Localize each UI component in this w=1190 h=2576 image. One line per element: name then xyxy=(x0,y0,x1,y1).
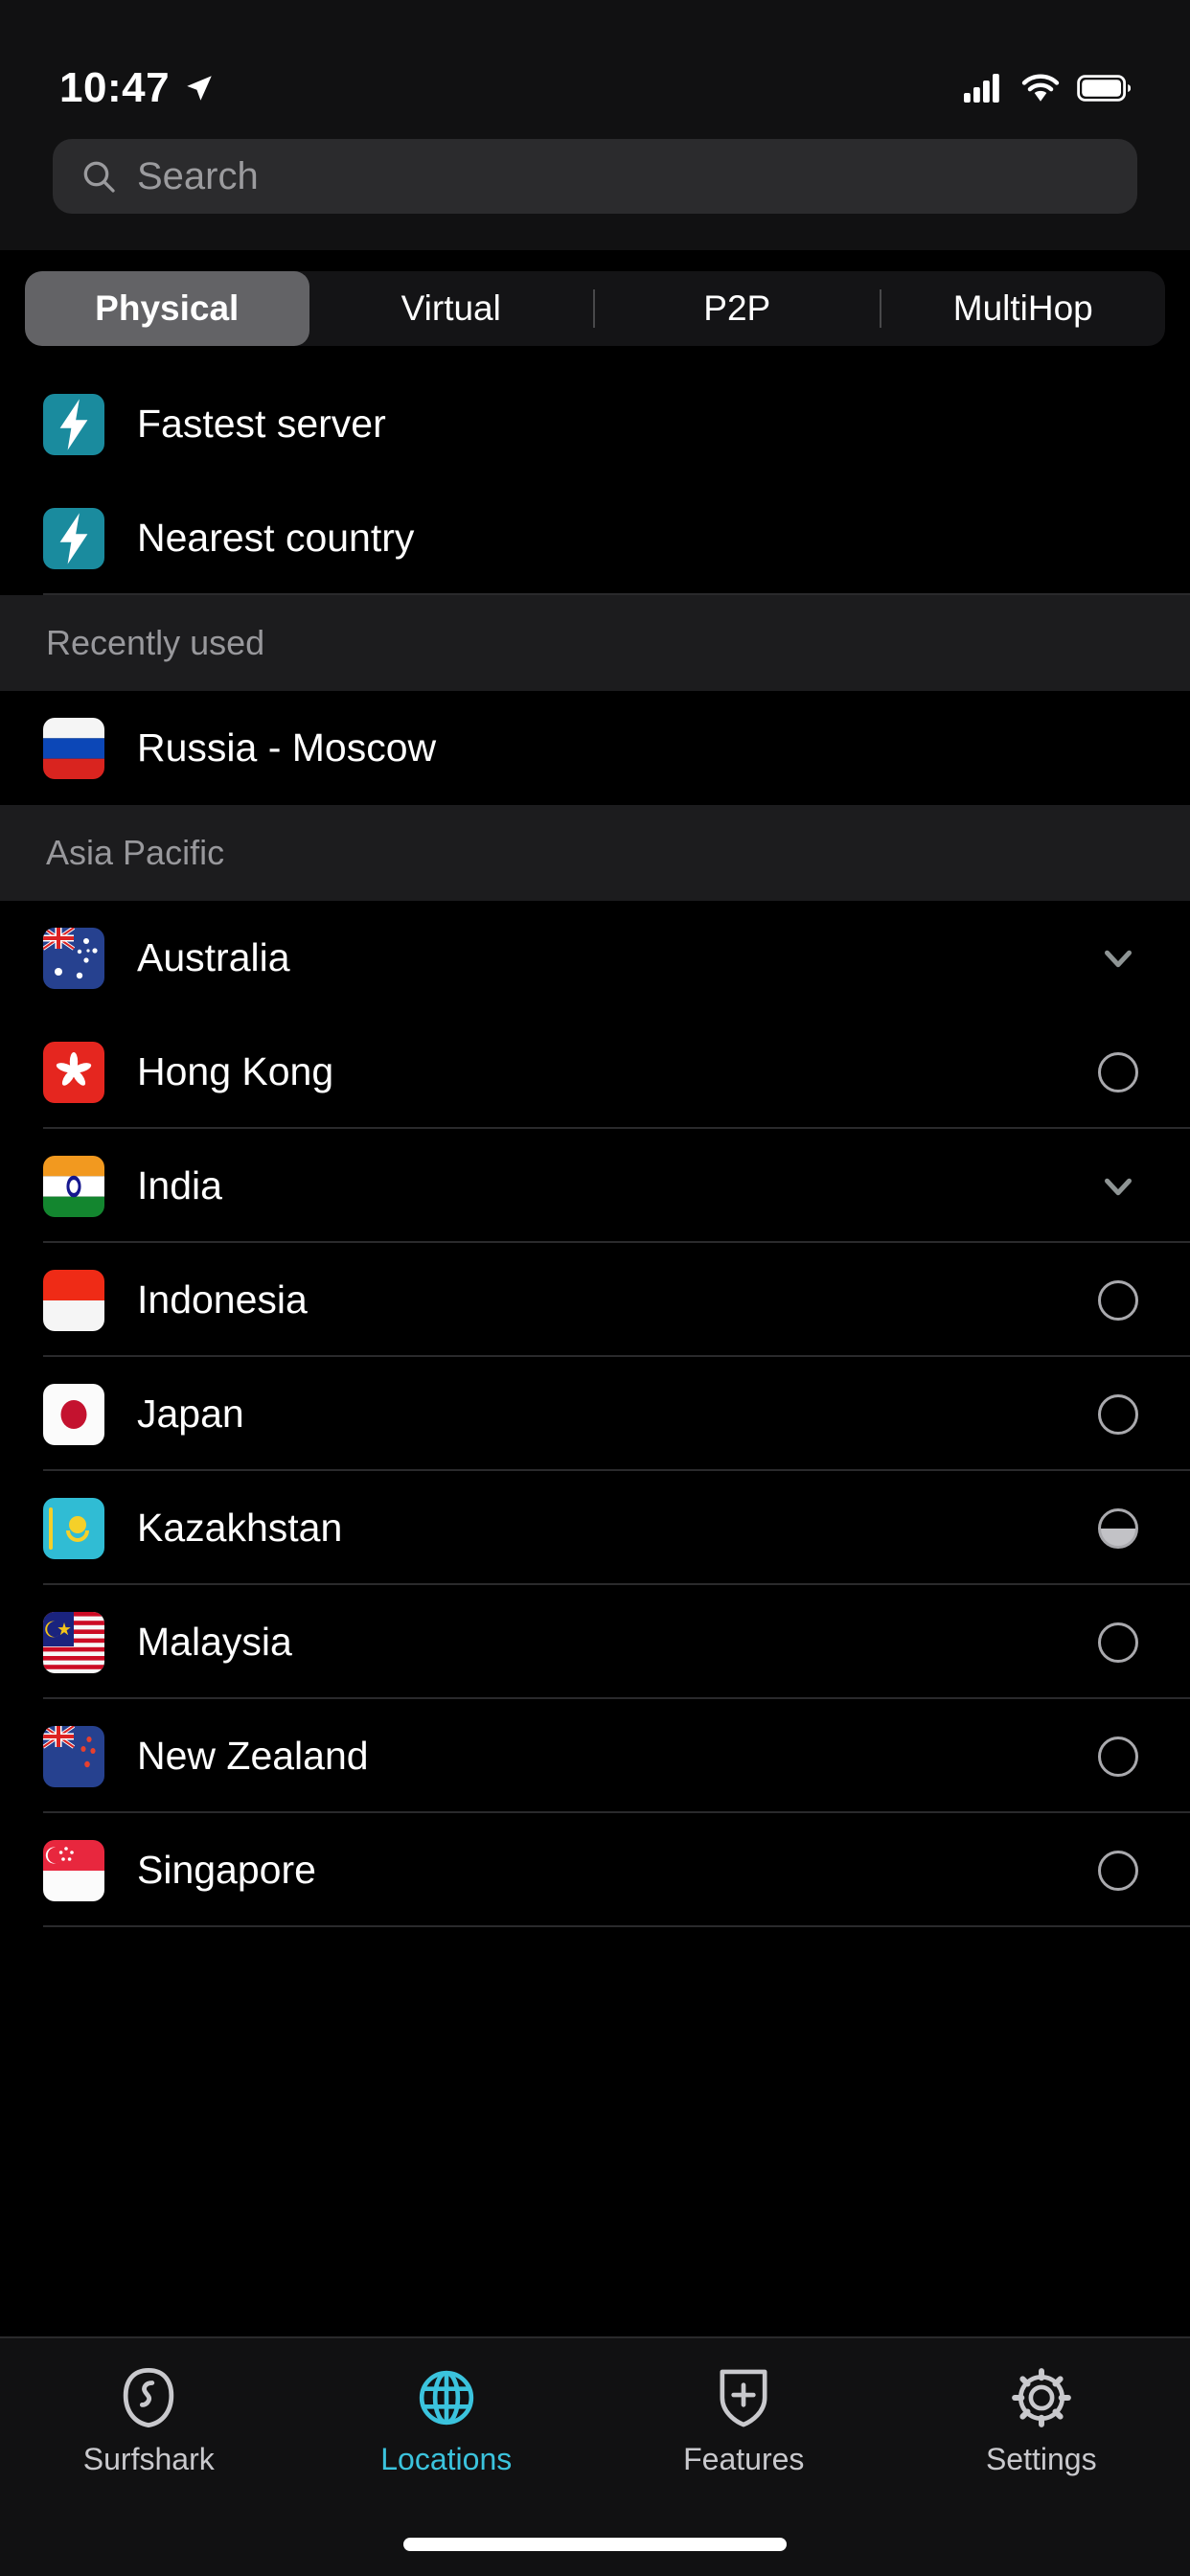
home-indicator[interactable] xyxy=(403,2538,787,2551)
tab-multihop[interactable]: MultiHop xyxy=(881,271,1166,346)
chevron-down-icon xyxy=(1105,1178,1132,1195)
app-screen: 10:47 Search Physical Virtual P2P MultiH… xyxy=(0,0,1190,2576)
row-indicator-circle[interactable] xyxy=(1089,1622,1147,1663)
status-bar-left: 10:47 xyxy=(59,64,216,112)
battery-full-icon xyxy=(1077,74,1131,102)
flag-russia-icon xyxy=(43,717,104,779)
row-indicator-chevron[interactable] xyxy=(1089,936,1147,980)
lightning-bolt-icon xyxy=(43,393,104,455)
list-item-label: Singapore xyxy=(137,1848,316,1892)
flag-india-icon xyxy=(43,1155,104,1217)
list-item-label: Indonesia xyxy=(137,1277,308,1322)
list-item-kazakhstan[interactable]: Kazakhstan xyxy=(0,1471,1190,1585)
list-item-indonesia[interactable]: Indonesia xyxy=(0,1243,1190,1357)
row-indicator-circle[interactable] xyxy=(1089,1393,1147,1435)
circle-half-filled-icon xyxy=(1098,1507,1138,1549)
segmented-control: Physical Virtual P2P MultiHop xyxy=(25,271,1165,346)
section-header-label: Recently used xyxy=(46,623,265,662)
tab-label: Features xyxy=(683,2442,805,2476)
list-item-new-zealand[interactable]: New Zealand xyxy=(0,1699,1190,1813)
tab-physical[interactable]: Physical xyxy=(25,271,309,346)
list-item-label: Russia - Moscow xyxy=(137,725,437,770)
flag-singapore-icon xyxy=(43,1839,104,1901)
row-indicator-circle[interactable] xyxy=(1089,1279,1147,1321)
row-indicator-circle[interactable] xyxy=(1089,1736,1147,1777)
tab-label: Surfshark xyxy=(82,2442,215,2476)
flag-indonesia-icon xyxy=(43,1269,104,1331)
tab-settings[interactable]: Settings xyxy=(893,2367,1190,2477)
flag-japan-icon xyxy=(43,1383,104,1445)
circle-outline-icon xyxy=(1098,1279,1138,1321)
list-item-australia[interactable]: Australia xyxy=(0,901,1190,1015)
circle-outline-icon xyxy=(1098,1850,1138,1891)
surfshark-logo-icon xyxy=(118,2367,179,2428)
cellular-signal-icon xyxy=(964,73,999,103)
tab-virtual[interactable]: Virtual xyxy=(309,271,594,346)
row-indicator-circle[interactable] xyxy=(1089,1850,1147,1891)
list-item-nearest-country[interactable]: Nearest country xyxy=(0,481,1190,595)
list-item-india[interactable]: India xyxy=(0,1129,1190,1243)
location-arrow-icon xyxy=(187,75,212,101)
gear-icon xyxy=(1011,2367,1072,2428)
list-item-singapore[interactable]: Singapore xyxy=(0,1813,1190,1927)
circle-outline-icon xyxy=(1098,1736,1138,1777)
locations-list[interactable]: Fastest server Nearest country Recently … xyxy=(0,367,1190,2336)
tab-label: Settings xyxy=(985,2442,1097,2476)
list-item-label: Kazakhstan xyxy=(137,1506,343,1550)
tab-label: Locations xyxy=(380,2442,513,2476)
lightning-bolt-icon xyxy=(43,507,104,569)
row-indicator-circle[interactable] xyxy=(1089,1051,1147,1092)
list-item-label: Fastest server xyxy=(137,402,386,446)
shield-plus-icon xyxy=(713,2367,774,2428)
search-icon xyxy=(83,161,115,193)
list-item-label: Australia xyxy=(137,935,290,979)
row-indicator-circle-half[interactable] xyxy=(1089,1507,1147,1549)
list-item-malaysia[interactable]: Malaysia xyxy=(0,1585,1190,1699)
globe-icon xyxy=(416,2367,477,2428)
connection-type-filter: Physical Virtual P2P MultiHop xyxy=(0,250,1190,367)
section-header-label: Asia Pacific xyxy=(46,833,225,872)
row-indicator-chevron[interactable] xyxy=(1089,1164,1147,1208)
list-item-label: Nearest country xyxy=(137,516,415,560)
tab-surfshark[interactable]: Surfshark xyxy=(0,2367,298,2477)
section-header-recently-used: Recently used xyxy=(0,595,1190,691)
tab-features[interactable]: Features xyxy=(595,2367,893,2477)
circle-outline-icon xyxy=(1098,1622,1138,1663)
flag-kazakhstan-icon xyxy=(43,1497,104,1559)
list-item-label: Hong Kong xyxy=(137,1049,334,1093)
list-item-label: India xyxy=(137,1163,222,1208)
list-item-hong-kong[interactable]: Hong Kong xyxy=(0,1015,1190,1129)
search-placeholder: Search xyxy=(137,154,259,197)
circle-outline-icon xyxy=(1098,1051,1138,1092)
list-item-label: Malaysia xyxy=(137,1620,292,1664)
section-header-asia-pacific: Asia Pacific xyxy=(0,805,1190,901)
tab-locations[interactable]: Locations xyxy=(298,2367,596,2477)
tab-p2p[interactable]: P2P xyxy=(595,271,880,346)
chevron-down-icon xyxy=(1105,950,1132,967)
status-bar-clock: 10:47 xyxy=(59,63,171,111)
wifi-icon xyxy=(1021,74,1060,102)
flag-australia-icon xyxy=(43,927,104,989)
list-item-japan[interactable]: Japan xyxy=(0,1357,1190,1471)
list-item-label: New Zealand xyxy=(137,1734,369,1778)
circle-outline-icon xyxy=(1098,1393,1138,1435)
status-bar: 10:47 xyxy=(0,0,1190,139)
list-item-fastest-server[interactable]: Fastest server xyxy=(0,367,1190,481)
search-area: Search xyxy=(0,139,1190,250)
flag-hong-kong-icon xyxy=(43,1041,104,1103)
list-item-label: Japan xyxy=(137,1392,244,1436)
search-input[interactable]: Search xyxy=(53,139,1137,214)
flag-malaysia-icon xyxy=(43,1611,104,1673)
flag-new-zealand-icon xyxy=(43,1725,104,1787)
status-bar-right xyxy=(964,73,1131,104)
list-item-russia-moscow[interactable]: Russia - Moscow xyxy=(0,691,1190,805)
